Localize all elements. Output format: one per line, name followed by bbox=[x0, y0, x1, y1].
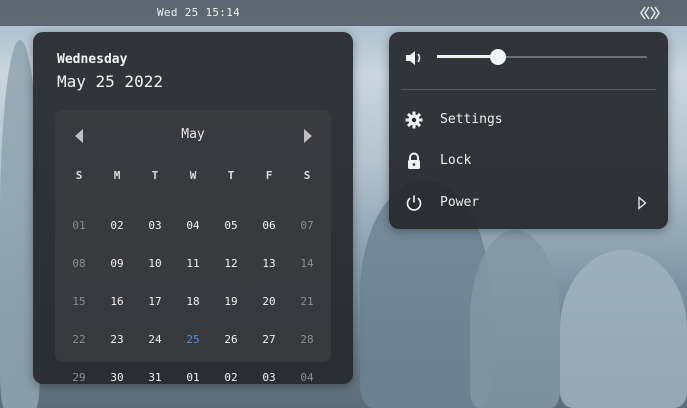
day-cell[interactable]: 26 bbox=[212, 333, 250, 346]
week-row: 22 23 24 25 26 27 28 bbox=[55, 320, 331, 358]
day-header: S bbox=[75, 168, 83, 182]
day-cell[interactable]: 12 bbox=[212, 257, 250, 270]
calendar-grid: S M T W T F S 01 02 03 04 05 06 07 08 09 10 11 12 13 14 15 16 1… bbox=[55, 164, 331, 396]
day-cell[interactable]: 02 bbox=[212, 371, 250, 384]
lock-icon bbox=[408, 152, 420, 169]
day-cell[interactable]: 31 bbox=[136, 371, 174, 384]
power-icon bbox=[406, 195, 422, 211]
next-month-icon[interactable] bbox=[302, 128, 314, 144]
day-cell[interactable]: 20 bbox=[250, 295, 288, 308]
header-spacer bbox=[55, 186, 331, 206]
day-header: W bbox=[189, 168, 197, 182]
day-cell[interactable]: 28 bbox=[288, 333, 326, 346]
background-tree bbox=[560, 250, 687, 408]
menu-divider bbox=[401, 89, 656, 90]
week-row: 29 30 31 01 02 03 04 bbox=[55, 358, 331, 396]
day-cell[interactable]: 01 bbox=[174, 371, 212, 384]
volume-knob[interactable] bbox=[489, 49, 506, 65]
menu-item-lock[interactable]: Lock bbox=[389, 142, 668, 180]
day-cell[interactable]: 03 bbox=[250, 371, 288, 384]
system-menu: Settings Lock Power bbox=[389, 32, 668, 229]
day-header: S bbox=[303, 168, 311, 182]
day-cell[interactable]: 04 bbox=[288, 371, 326, 384]
day-cell[interactable]: 19 bbox=[212, 295, 250, 308]
day-cell[interactable]: 24 bbox=[136, 333, 174, 346]
day-cell[interactable]: 15 bbox=[60, 295, 98, 308]
day-cell[interactable]: 14 bbox=[288, 257, 326, 270]
month-calendar: May S M T W T F S 01 02 03 04 05 06 07 08 09 10 11 12 13 14 1… bbox=[55, 110, 331, 384]
day-cell[interactable]: 18 bbox=[174, 295, 212, 308]
menu-item-power[interactable]: Power bbox=[389, 184, 668, 222]
day-header: F bbox=[265, 168, 273, 182]
day-cell[interactable]: 30 bbox=[98, 371, 136, 384]
day-cell[interactable]: 29 bbox=[60, 371, 98, 384]
day-cell[interactable]: 03 bbox=[136, 219, 174, 232]
week-row: 15 16 17 18 19 20 21 bbox=[55, 282, 331, 320]
menu-item-settings[interactable]: Settings bbox=[389, 101, 668, 139]
network-icon[interactable] bbox=[640, 5, 660, 21]
day-cell[interactable]: 02 bbox=[98, 219, 136, 232]
day-cell-today[interactable]: 25 bbox=[174, 333, 212, 346]
day-cell[interactable]: 23 bbox=[98, 333, 136, 346]
background-tree bbox=[470, 230, 560, 408]
full-date-label: May 25 2022 bbox=[57, 72, 163, 91]
day-header: T bbox=[151, 168, 159, 182]
speaker-icon[interactable] bbox=[405, 49, 425, 67]
volume-slider[interactable] bbox=[437, 49, 647, 65]
day-header: M bbox=[113, 168, 121, 182]
weekday-label: Wednesday bbox=[57, 52, 128, 67]
day-cell[interactable]: 11 bbox=[174, 257, 212, 270]
day-header-row: SMTWTFS bbox=[55, 164, 331, 186]
day-cell[interactable]: 05 bbox=[212, 219, 250, 232]
day-cell[interactable]: 04 bbox=[174, 219, 212, 232]
day-header: T bbox=[227, 168, 235, 182]
day-cell[interactable]: 16 bbox=[98, 295, 136, 308]
submenu-arrow-icon bbox=[638, 196, 647, 210]
day-cell[interactable]: 09 bbox=[98, 257, 136, 270]
day-cell[interactable]: 22 bbox=[60, 333, 98, 346]
day-cell[interactable]: 08 bbox=[60, 257, 98, 270]
day-cell[interactable]: 06 bbox=[250, 219, 288, 232]
day-cell[interactable]: 13 bbox=[250, 257, 288, 270]
clock[interactable]: Wed 25 15:14 bbox=[157, 6, 240, 19]
top-bar: Wed 25 15:14 bbox=[0, 0, 687, 26]
power-label: Power bbox=[440, 195, 480, 210]
week-row: 08 09 10 11 12 13 14 bbox=[55, 244, 331, 282]
volume-fill bbox=[437, 55, 498, 58]
week-row: 01 02 03 04 05 06 07 bbox=[55, 206, 331, 244]
day-cell[interactable]: 27 bbox=[250, 333, 288, 346]
day-cell[interactable]: 21 bbox=[288, 295, 326, 308]
day-cell[interactable]: 17 bbox=[136, 295, 174, 308]
lock-label: Lock bbox=[440, 153, 472, 168]
day-cell[interactable]: 10 bbox=[136, 257, 174, 270]
month-title: May bbox=[181, 127, 205, 142]
day-cell[interactable]: 07 bbox=[288, 219, 326, 232]
day-cell[interactable]: 01 bbox=[60, 219, 98, 232]
settings-label: Settings bbox=[440, 112, 503, 127]
calendar-panel: Wednesday May 25 2022 May S M T W T F S 01 02 03 0… bbox=[33, 32, 353, 384]
gear-icon bbox=[405, 111, 423, 129]
